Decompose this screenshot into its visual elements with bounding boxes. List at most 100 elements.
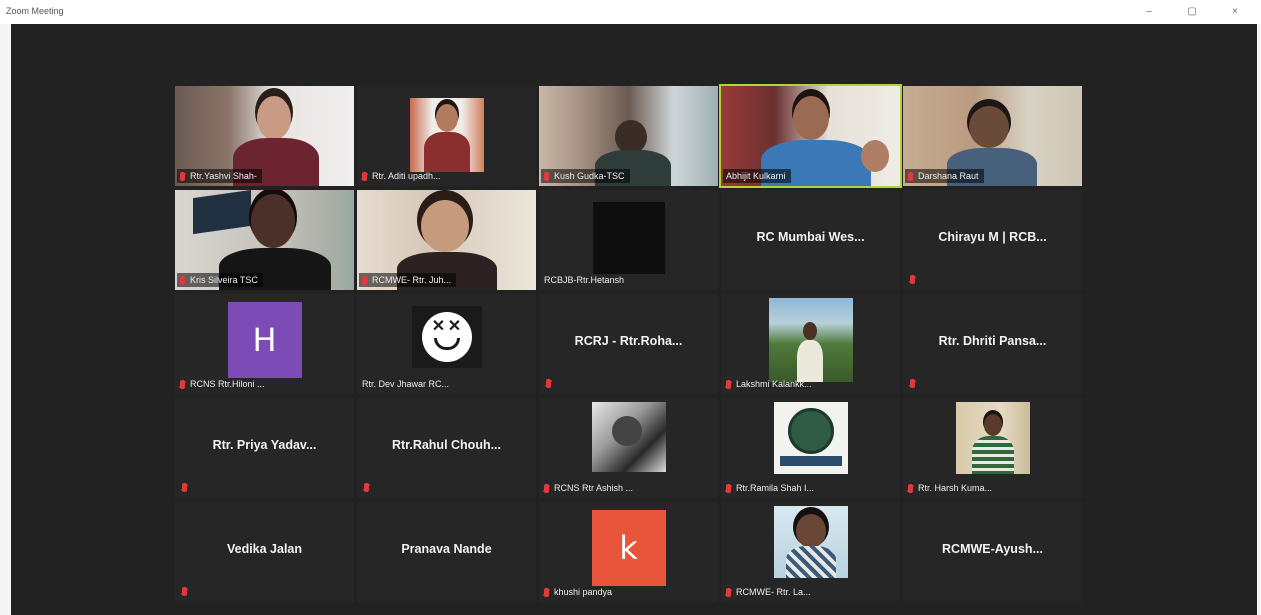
profile-avatar [955,402,1030,474]
participant-name: RCMWE- Rtr. Juh... [372,275,452,285]
participant-tile[interactable]: RCBJB-Rtr.Hetansh [539,190,718,290]
participant-name: Darshana Raut [918,171,979,181]
participant-name: Vedika Jalan [226,542,303,556]
meeting-gallery-view: Rtr.Yashvi Shah- Rtr. Aditi upadh... Kus… [11,24,1257,615]
participant-nameplate: khushi pandya [541,585,617,599]
participant-body [424,132,470,172]
participant-nameplate: Rtr.Ramila Shah I... [723,481,819,495]
participant-tile[interactable]: Vedika Jalan [175,502,354,602]
participant-face [436,104,458,132]
participant-tile[interactable]: RCRJ - Rtr.Roha... [539,294,718,394]
participant-tile[interactable]: RCMWE- Rtr. La... [721,502,900,602]
participant-name: khushi pandya [554,587,613,597]
participant-name: RCRJ - Rtr.Roha... [574,334,683,348]
profile-avatar: k [591,510,666,586]
muted-mic-icon [544,171,549,181]
participant-name: RC Mumbai Wes... [756,230,865,244]
participant-nameplate: Abhijit Kulkarni [723,169,791,183]
participant-tile[interactable]: Rtr.Yashvi Shah- [175,86,354,186]
minimize-button[interactable]: – [1138,3,1160,21]
participant-tile[interactable]: Rtr. Aditi upadh... [357,86,536,186]
participant-face [969,106,1009,148]
participant-name: Pranava Nande [401,542,492,556]
participant-nameplate: RCMWE- Rtr. La... [723,585,816,599]
profile-avatar [773,402,848,474]
participant-name: Rtr. Priya Yadav... [212,438,317,452]
muted-mic-icon [180,171,185,181]
title-bar: Zoom Meeting – ▢ × [0,0,1261,24]
participant-name: Rtr.Yashvi Shah- [190,171,257,181]
muted-mic-icon [180,275,185,285]
participant-name: RCMWE-Ayush... [942,542,1043,556]
muted-mic-icon [908,171,913,181]
participant-nameplate: Rtr. Harsh Kuma... [905,481,997,495]
participant-nameplate: RCMWE- Rtr. Juh... [359,273,457,287]
muted-mic-icon [182,483,187,492]
participant-tile[interactable]: Rtr. Priya Yadav... [175,398,354,498]
participant-grid: Rtr.Yashvi Shah- Rtr. Aditi upadh... Kus… [175,84,1083,606]
participant-face [615,120,647,154]
participant-tile[interactable]: Darshana Raut [903,86,1082,186]
participant-nameplate: RCNS Rtr Ashish ... [541,481,638,495]
participant-name: RCMWE- Rtr. La... [736,587,811,597]
participant-name: RCNS Rtr.Hiloni ... [190,379,265,389]
participant-name: Rtr. Dhriti Pansa... [938,334,1047,348]
participant-hand [861,140,889,172]
participant-name: Kris Silveira TSC [190,275,258,285]
participant-name: Rtr. Dev Jhawar RC... [362,379,450,389]
muted-mic-icon [910,275,915,284]
participant-tile[interactable]: Rtr. Harsh Kuma... [903,398,1082,498]
participant-face [793,96,829,140]
participant-face [251,194,295,248]
participant-tile[interactable]: Lakshmi Kalankk... [721,294,900,394]
muted-mic-icon [182,587,187,596]
profile-avatar [591,402,666,472]
participant-name: Kush Gudka-TSC [554,171,625,181]
muted-mic-icon [546,379,551,388]
participant-tile[interactable]: k khushi pandya [539,502,718,602]
participant-tile-active-speaker[interactable]: Abhijit Kulkarni [719,84,902,188]
participant-tile[interactable]: RCNS Rtr Ashish ... [539,398,718,498]
muted-mic-icon [364,483,369,492]
participant-nameplate: Darshana Raut [905,169,984,183]
participant-tile[interactable]: Rtr.Ramila Shah I... [721,398,900,498]
participant-nameplate: RCBJB-Rtr.Hetansh [541,273,629,287]
background-poster [193,190,251,235]
participant-nameplate: RCNS Rtr.Hiloni ... [177,377,270,391]
participant-tile[interactable]: Rtr. Dhriti Pansa... [903,294,1082,394]
participant-tile[interactable]: Chirayu M | RCB... [903,190,1082,290]
close-button[interactable]: × [1224,3,1246,21]
muted-mic-icon [910,379,915,388]
maximize-button[interactable]: ▢ [1181,3,1203,21]
participant-tile[interactable]: Rtr.Rahul Chouh... [357,398,536,498]
muted-mic-icon [908,483,913,493]
window-title: Zoom Meeting [6,6,64,16]
marshmello-icon: ✕ ✕ [411,306,482,368]
participant-tile[interactable]: Kris Silveira TSC [175,190,354,290]
muted-mic-icon [180,379,185,389]
participant-name: RCBJB-Rtr.Hetansh [544,275,625,285]
participant-name: Rtr.Ramila Shah I... [736,483,815,493]
participant-name: Rtr. Harsh Kuma... [918,483,993,493]
participant-nameplate: Rtr. Dev Jhawar RC... [359,377,454,391]
participant-face [257,96,291,140]
participant-face [421,200,469,252]
profile-avatar [768,298,853,382]
participant-tile[interactable]: RCMWE-Ayush... [903,502,1082,602]
participant-name: Chirayu M | RCB... [938,230,1047,244]
participant-nameplate: Kush Gudka-TSC [541,169,630,183]
muted-mic-icon [362,171,367,181]
participant-name: Abhijit Kulkarni [726,171,786,181]
participant-tile[interactable]: H RCNS Rtr.Hiloni ... [175,294,354,394]
participant-tile[interactable]: RCMWE- Rtr. Juh... [357,190,536,290]
muted-mic-icon [544,483,549,493]
profile-avatar: H [227,302,302,378]
participant-tile[interactable]: Pranava Nande [357,502,536,602]
participant-tile[interactable]: RC Mumbai Wes... [721,190,900,290]
participant-nameplate: Rtr. Aditi upadh... [359,169,446,183]
participant-nameplate: Rtr.Yashvi Shah- [177,169,262,183]
muted-mic-icon [362,275,367,285]
participant-tile[interactable]: Kush Gudka-TSC [539,86,718,186]
participant-tile[interactable]: ✕ ✕ Rtr. Dev Jhawar RC... [357,294,536,394]
participant-name: Rtr. Aditi upadh... [372,171,441,181]
